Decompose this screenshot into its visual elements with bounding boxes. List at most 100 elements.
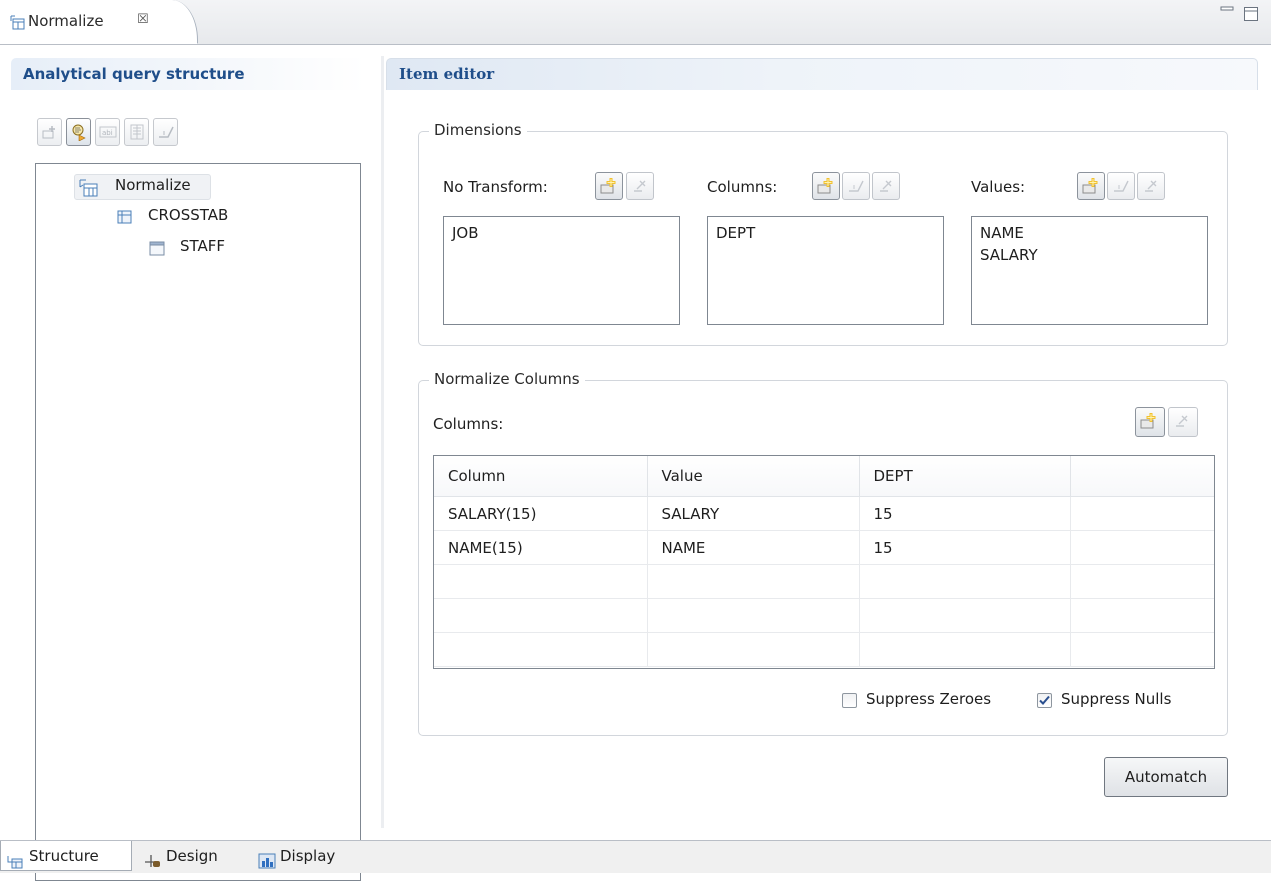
suppress-nulls-checkbox[interactable] (1037, 693, 1052, 708)
values-list[interactable]: NAME SALARY (971, 216, 1208, 325)
tab-design[interactable]: Design (138, 841, 248, 871)
remove-no-transform-button[interactable] (626, 172, 654, 200)
delete-node-icon (159, 126, 174, 138)
table-cell[interactable] (647, 564, 860, 599)
tab-label: Design (166, 847, 218, 865)
checkmark-icon (1039, 695, 1050, 705)
add-icon (1140, 413, 1156, 429)
structure-icon (7, 849, 23, 879)
dimensions-group-title: Dimensions (429, 121, 527, 139)
tab-structure[interactable]: Structure (0, 841, 132, 871)
table-cell[interactable]: 15 (859, 496, 1071, 531)
table-cell[interactable]: NAME(15) (434, 530, 648, 565)
normalize-icon (78, 178, 98, 202)
table-cell[interactable] (1070, 530, 1214, 565)
table-cell[interactable] (859, 564, 1071, 599)
normalize-columns-label: Columns: (433, 415, 504, 433)
item-editor-title: Item editor (399, 65, 495, 83)
maximize-icon[interactable] (1243, 6, 1259, 22)
table-cell[interactable]: NAME (647, 530, 860, 565)
rename-button[interactable]: abi (95, 118, 120, 146)
automatch-button[interactable]: Automatch (1104, 757, 1228, 797)
remove-icon (1176, 415, 1188, 427)
table-cell[interactable] (434, 564, 648, 599)
column-header[interactable] (1070, 456, 1214, 497)
table-cell[interactable]: SALARY (647, 496, 860, 531)
table-row[interactable] (434, 598, 1214, 633)
table-row[interactable]: SALARY(15) SALARY 15 (434, 496, 1214, 531)
svg-text:abi: abi (102, 129, 113, 137)
edit-column-dimension-button[interactable] (842, 172, 870, 200)
table-cell[interactable]: 15 (859, 530, 1071, 565)
columns-dimension-list[interactable]: DEPT (707, 216, 944, 325)
properties-button[interactable] (124, 118, 149, 146)
editor-tab-normalize[interactable]: Normalize ☒ (0, 0, 198, 44)
query-search-icon (72, 124, 86, 141)
query-structure-tree[interactable]: Normalize CROSSTAB STAFF (35, 163, 361, 881)
normalize-columns-group-title: Normalize Columns (429, 370, 585, 388)
panel-divider[interactable] (381, 56, 384, 828)
table-cell[interactable]: SALARY(15) (434, 496, 648, 531)
tab-display[interactable]: Display (252, 841, 362, 871)
tab-label: Structure (29, 847, 99, 865)
add-icon (600, 178, 616, 194)
columns-dimension-label: Columns: (707, 178, 778, 196)
display-chart-icon (258, 849, 276, 879)
column-header[interactable]: DEPT (859, 456, 1071, 497)
column-header[interactable]: Column (434, 456, 648, 497)
remove-value-button[interactable] (1137, 172, 1165, 200)
add-no-transform-button[interactable] (595, 172, 623, 200)
remove-normalize-column-button[interactable] (1168, 407, 1198, 437)
delete-node-button[interactable] (153, 118, 178, 146)
table-cell[interactable] (859, 598, 1071, 633)
table-cell[interactable] (1070, 496, 1214, 531)
list-item[interactable]: SALARY (980, 244, 1199, 266)
list-item[interactable]: JOB (452, 222, 671, 244)
suppress-zeroes-checkbox[interactable] (842, 693, 857, 708)
properties-icon (130, 124, 144, 140)
table-row[interactable] (434, 632, 1214, 667)
table-cell[interactable] (434, 632, 648, 667)
close-icon[interactable]: ☒ (137, 12, 149, 27)
remove-icon (1145, 180, 1157, 192)
suppress-zeroes-label: Suppress Zeroes (866, 690, 992, 708)
add-icon (817, 178, 833, 194)
add-node-icon (42, 126, 55, 139)
add-icon (1082, 178, 1098, 194)
design-icon (144, 849, 162, 879)
tree-node-staff[interactable]: STAFF (148, 236, 268, 260)
left-panel-header: Analytical query structure (11, 58, 366, 90)
column-header[interactable]: Value (647, 456, 860, 497)
table-cell[interactable] (1070, 632, 1214, 667)
edit-query-button[interactable] (66, 118, 91, 146)
tree-node-crosstab[interactable]: CROSSTAB (116, 205, 266, 229)
table-cell[interactable] (434, 598, 648, 633)
editor-tab-label: Normalize (28, 12, 104, 30)
add-value-button[interactable] (1077, 172, 1105, 200)
add-node-button[interactable] (37, 118, 62, 146)
table-cell[interactable] (647, 632, 860, 667)
table-row[interactable] (434, 564, 1214, 599)
minimize-icon[interactable] (1220, 6, 1234, 18)
tab-label: Display (280, 847, 336, 865)
values-label: Values: (971, 178, 1026, 196)
table-cell[interactable] (647, 598, 860, 633)
add-column-dimension-button[interactable] (812, 172, 840, 200)
list-item[interactable]: NAME (980, 222, 1199, 244)
no-transform-list[interactable]: JOB (443, 216, 680, 325)
table-cell[interactable] (1070, 564, 1214, 599)
table-cell[interactable] (859, 632, 1071, 667)
table-cell[interactable] (1070, 598, 1214, 633)
normalize-icon (10, 15, 25, 30)
add-normalize-column-button[interactable] (1135, 407, 1165, 437)
edit-value-button[interactable] (1107, 172, 1135, 200)
item-editor-header: Item editor (386, 58, 1258, 90)
tree-node-normalize[interactable]: Normalize (74, 174, 211, 200)
list-item[interactable]: DEPT (716, 222, 935, 244)
table-icon (148, 239, 166, 261)
remove-column-dimension-button[interactable] (872, 172, 900, 200)
normalize-columns-table[interactable]: Column Value DEPT SALARY(15) SALARY 15 N… (433, 455, 1215, 669)
table-row[interactable]: NAME(15) NAME 15 (434, 530, 1214, 565)
suppress-nulls-label: Suppress Nulls (1061, 690, 1172, 708)
left-panel-title: Analytical query structure (23, 65, 245, 83)
